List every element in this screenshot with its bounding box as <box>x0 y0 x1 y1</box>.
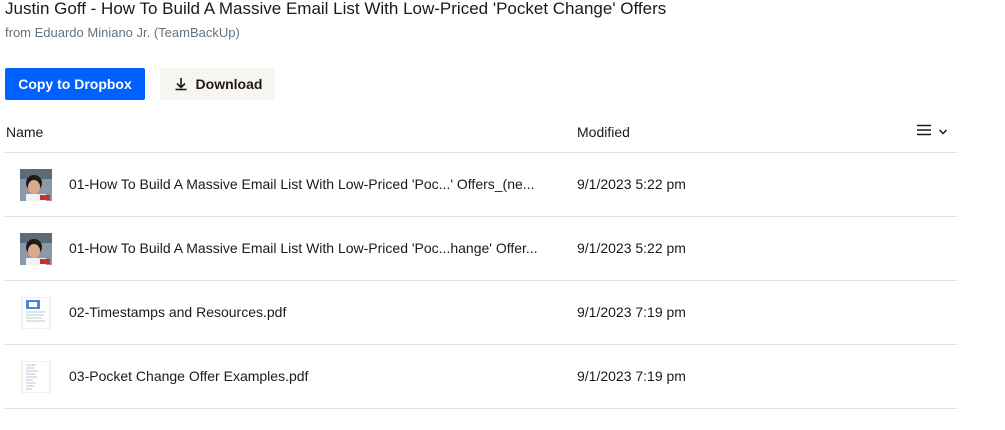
download-icon <box>173 76 189 92</box>
file-row[interactable]: 03-Pocket Change Offer Examples.pdf 9/1/… <box>5 345 957 409</box>
file-modified: 9/1/2023 5:22 pm <box>577 176 686 192</box>
page-title: Justin Goff - How To Build A Massive Ema… <box>5 0 667 18</box>
file-name[interactable]: 02-Timestamps and Resources.pdf <box>69 304 574 320</box>
list-view-icon <box>916 123 932 142</box>
copy-to-dropbox-button[interactable]: Copy to Dropbox <box>5 68 145 100</box>
file-name[interactable]: 01-How To Build A Massive Email List Wit… <box>69 176 574 192</box>
copy-to-dropbox-label: Copy to Dropbox <box>18 76 132 92</box>
file-row[interactable]: 02-Timestamps and Resources.pdf 9/1/2023… <box>5 281 957 345</box>
column-header-modified[interactable]: Modified <box>577 124 630 140</box>
file-row[interactable]: 01-How To Build A Massive Email List Wit… <box>5 217 957 281</box>
file-name[interactable]: 03-Pocket Change Offer Examples.pdf <box>69 368 574 384</box>
file-modified: 9/1/2023 7:19 pm <box>577 368 686 384</box>
download-button[interactable]: Download <box>160 68 275 100</box>
column-header-name[interactable]: Name <box>6 124 43 140</box>
download-label: Download <box>195 76 263 92</box>
pdf-thumbnail-icon <box>20 296 52 330</box>
video-thumbnail-icon <box>20 169 52 201</box>
chevron-down-icon <box>938 123 948 141</box>
video-thumbnail-icon <box>20 233 52 265</box>
file-name[interactable]: 01-How To Build A Massive Email List Wit… <box>69 240 574 256</box>
file-list-header: Name Modified <box>5 115 957 153</box>
file-modified: 9/1/2023 7:19 pm <box>577 304 686 320</box>
shared-by-label: from Eduardo Miniano Jr. (TeamBackUp) <box>5 25 240 40</box>
file-modified: 9/1/2023 5:22 pm <box>577 240 686 256</box>
file-row[interactable]: 01-How To Build A Massive Email List Wit… <box>5 153 957 217</box>
view-options-toggle[interactable] <box>916 121 952 143</box>
pdf-thumbnail-icon <box>20 360 52 394</box>
